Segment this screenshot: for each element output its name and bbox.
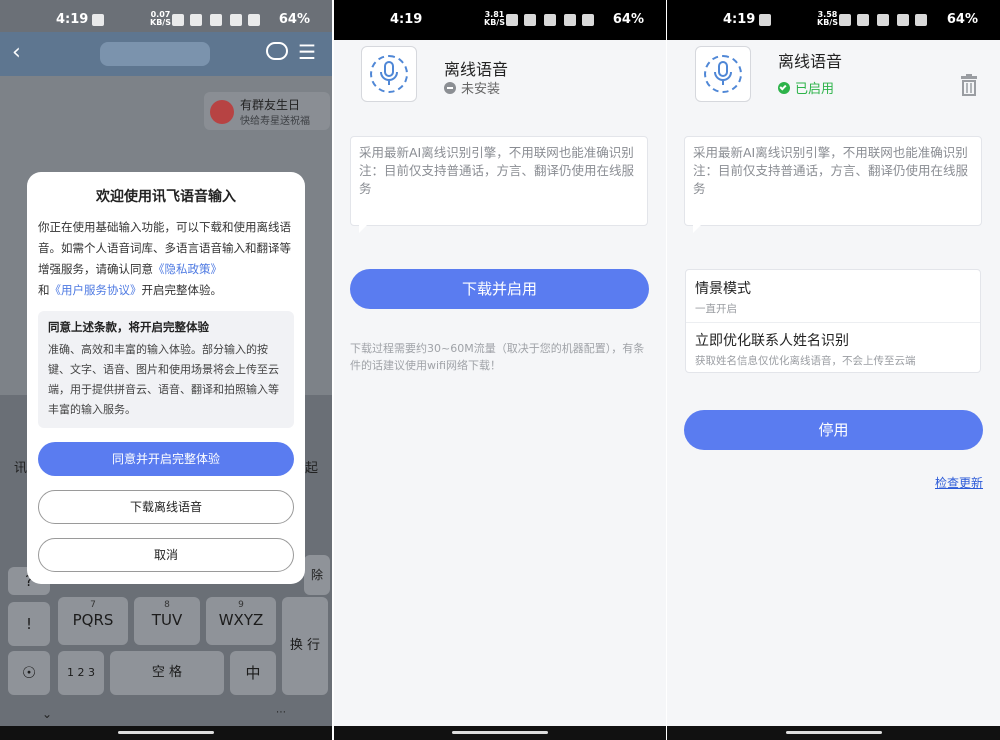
status-label: 未安装 bbox=[444, 78, 500, 97]
disable-button[interactable]: 停用 bbox=[684, 410, 983, 450]
download-enable-button[interactable]: 下载并启用 bbox=[350, 269, 649, 309]
keyboard-side-left: 讯 bbox=[14, 461, 28, 476]
status-time: 4:19 bbox=[390, 12, 423, 27]
chat-title-blurred bbox=[100, 42, 210, 66]
minus-icon bbox=[444, 81, 456, 94]
globe-icon[interactable]: ☉ bbox=[8, 651, 50, 695]
page-title: 离线语音 bbox=[778, 52, 843, 71]
network-speed: 3.58 KB/S bbox=[817, 10, 838, 27]
panel-offline-not-installed: 4:19 3.81 KB/S 64% 离线语音 未安装 采用最新AI离线识别引擎，… bbox=[334, 0, 666, 740]
panel-consent-dialog: 4:19 0.07 KB/S 64% ‹ ☰ 有群友生日 快给寿星送祝福 讯 起 … bbox=[0, 0, 332, 740]
privacy-policy-link[interactable]: 《隐私政策》 bbox=[153, 262, 222, 276]
signal-icon bbox=[248, 14, 260, 26]
option-scene-mode[interactable]: 情景模式 一直开启 bbox=[695, 278, 971, 316]
numeric-key[interactable]: 1 2 3 bbox=[58, 651, 104, 695]
battery-percent: 64% bbox=[612, 12, 644, 27]
terms-box-title: 同意上述条款，将开启完整体验 bbox=[48, 320, 209, 334]
signal-icon bbox=[582, 14, 594, 26]
description-bubble: 采用最新AI离线识别引擎，不用联网也能准确识别 注：目前仅支持普通话，方言、翻译… bbox=[350, 136, 648, 226]
image-icon bbox=[759, 14, 771, 26]
network-speed: 0.07 KB/S bbox=[150, 10, 171, 27]
language-key[interactable]: 中 bbox=[230, 651, 276, 695]
status-bar: 4:19 3.81 KB/S 64% bbox=[334, 0, 666, 40]
terms-box-text: 准确、高效和丰富的输入体验。部分输入的按键、文字、语音、图片和使用场景将会上传至… bbox=[48, 343, 279, 416]
gift-icon bbox=[210, 100, 234, 124]
wifi-icon bbox=[230, 14, 242, 26]
nfc-icon bbox=[839, 14, 851, 26]
agree-button[interactable]: 同意并开启完整体验 bbox=[38, 442, 294, 476]
status-bar: 4:19 3.58 KB/S 64% bbox=[667, 0, 1000, 40]
microphone-icon bbox=[695, 46, 751, 102]
mute-icon bbox=[877, 14, 889, 26]
birthday-title: 有群友生日 bbox=[240, 98, 301, 112]
status-time: 4:19 bbox=[723, 12, 756, 27]
network-speed: 3.81 KB/S bbox=[484, 10, 505, 27]
menu-icon[interactable]: ☰ bbox=[298, 40, 316, 64]
signal-icon bbox=[915, 14, 927, 26]
trash-icon[interactable] bbox=[960, 74, 978, 96]
options-card: 情景模式 一直开启 立即优化联系人姓名识别 获取姓名信息仅优化离线语音，不会上传… bbox=[685, 269, 981, 373]
mute-icon bbox=[210, 14, 222, 26]
check-update-link[interactable]: 检查更新 bbox=[935, 474, 983, 491]
chat-header: ‹ ☰ bbox=[0, 32, 332, 76]
terms-box: 同意上述条款，将开启完整体验 准确、高效和丰富的输入体验。部分输入的按键、文字、… bbox=[38, 311, 294, 428]
divider bbox=[686, 322, 980, 323]
cancel-button[interactable]: 取消 bbox=[38, 538, 294, 572]
key-tuv[interactable]: 8 TUV bbox=[134, 597, 200, 645]
cloud-icon[interactable] bbox=[266, 42, 288, 60]
key-pqrs[interactable]: 7 PQRS bbox=[58, 597, 128, 645]
exclaim-key[interactable]: ! bbox=[8, 602, 50, 646]
vibrate-icon bbox=[524, 14, 536, 26]
status-label: 已启用 bbox=[778, 78, 834, 97]
status-time: 4:19 bbox=[56, 12, 89, 27]
panel-offline-enabled: 4:19 3.58 KB/S 64% 离线语音 已启用 采用最新AI离线识别引擎，… bbox=[667, 0, 1000, 740]
gesture-bar bbox=[0, 726, 332, 740]
microphone-icon bbox=[361, 46, 417, 102]
keyboard-switch-icon[interactable]: ⋯ bbox=[276, 707, 286, 718]
dialog-title: 欢迎使用讯飞语音输入 bbox=[96, 189, 236, 205]
keyboard-side-right: 起 bbox=[304, 461, 318, 476]
birthday-banner[interactable]: 有群友生日 快给寿星送祝福 bbox=[204, 92, 330, 130]
chevron-down-icon[interactable]: ⌄ bbox=[42, 707, 52, 721]
user-agreement-link[interactable]: 《用户服务协议》 bbox=[50, 283, 142, 297]
nfc-icon bbox=[172, 14, 184, 26]
description-bubble: 采用最新AI离线识别引擎，不用联网也能准确识别 注：目前仅支持普通话，方言、翻译… bbox=[684, 136, 982, 226]
wifi-icon bbox=[897, 14, 909, 26]
page-title: 离线语音 bbox=[444, 60, 509, 79]
download-note: 下载过程需要约30~60M流量（取决于您的机器配置），有条件的话建议使用wifi… bbox=[350, 342, 645, 372]
battery-percent: 64% bbox=[946, 12, 978, 27]
dialog-body: 你正在使用基础输入功能，可以下载和使用离线语音。如需个人语音词库、多语言语音输入… bbox=[38, 220, 291, 297]
space-key[interactable]: 空 格 bbox=[110, 651, 224, 695]
gesture-bar bbox=[667, 726, 1000, 740]
nfc-icon bbox=[506, 14, 518, 26]
option-contact-names[interactable]: 立即优化联系人姓名识别 获取姓名信息仅优化离线语音，不会上传至云端 bbox=[695, 330, 971, 368]
birthday-subtitle: 快给寿星送祝福 bbox=[240, 116, 310, 127]
check-icon bbox=[778, 81, 790, 94]
consent-dialog: 欢迎使用讯飞语音输入 你正在使用基础输入功能，可以下载和使用离线语音。如需个人语… bbox=[27, 172, 305, 584]
battery-percent: 64% bbox=[278, 12, 310, 27]
wifi-icon bbox=[564, 14, 576, 26]
vibrate-icon bbox=[857, 14, 869, 26]
enter-key[interactable]: 换 行 bbox=[282, 597, 328, 695]
download-offline-button[interactable]: 下载离线语音 bbox=[38, 490, 294, 524]
back-arrow-icon[interactable]: ‹ bbox=[12, 40, 21, 65]
key-wxyz[interactable]: 9 WXYZ bbox=[206, 597, 276, 645]
delete-key[interactable]: 除 bbox=[304, 555, 330, 595]
gesture-bar bbox=[334, 726, 666, 740]
mute-icon bbox=[544, 14, 556, 26]
vibrate-icon bbox=[190, 14, 202, 26]
image-icon bbox=[92, 14, 104, 26]
